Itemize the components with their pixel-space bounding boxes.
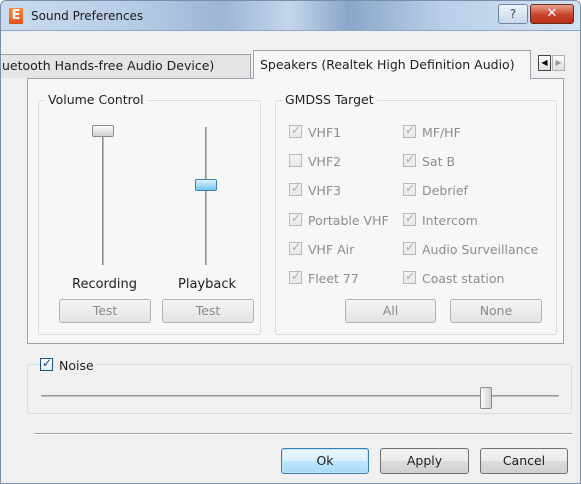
- tab-bluetooth-hands-free[interactable]: uetooth Hands-free Audio Device): [1, 54, 251, 78]
- gmdss-option-debrief[interactable]: Debrief: [403, 181, 468, 199]
- playback-test-button[interactable]: Test: [162, 299, 254, 323]
- checkbox[interactable]: [403, 181, 416, 196]
- recording-slider-track[interactable]: [102, 127, 104, 265]
- window-title: Sound Preferences: [31, 9, 144, 23]
- gmdss-option-label: VHF1: [308, 125, 342, 140]
- title-bar: E Sound Preferences ? ✕: [1, 1, 580, 31]
- gmdss-option-coast-station[interactable]: Coast station: [403, 269, 505, 287]
- gmdss-option-label: Debrief: [422, 183, 468, 198]
- volume-control-group: Volume Control Recording Playback Test T…: [38, 92, 261, 335]
- checkbox[interactable]: [403, 211, 416, 226]
- checkbox[interactable]: [403, 240, 416, 255]
- recording-slider-thumb[interactable]: [92, 125, 114, 137]
- ok-button[interactable]: Ok: [281, 448, 369, 474]
- gmdss-option-mf-hf[interactable]: MF/HF: [403, 123, 461, 141]
- gmdss-option-label: VHF3: [308, 183, 342, 198]
- gmdss-option-vhf1[interactable]: VHF1: [289, 123, 342, 141]
- gmdss-option-label: Portable VHF: [308, 213, 389, 228]
- gmdss-option-intercom[interactable]: Intercom: [403, 211, 478, 229]
- select-none-button[interactable]: None: [450, 299, 542, 323]
- recording-test-button[interactable]: Test: [59, 299, 151, 323]
- checkbox[interactable]: [289, 154, 302, 167]
- checkbox[interactable]: [289, 211, 302, 226]
- gmdss-option-audio-surveillance[interactable]: Audio Surveillance: [403, 240, 539, 258]
- cancel-button[interactable]: Cancel: [480, 448, 568, 474]
- gmdss-option-vhf2[interactable]: VHF2: [289, 154, 341, 170]
- sound-preferences-window: E Sound Preferences ? ✕ uetooth Hands-fr…: [0, 0, 581, 484]
- gmdss-option-vhf3[interactable]: VHF3: [289, 181, 342, 199]
- tab-speakers-realtek[interactable]: Speakers (Realtek High Definition Audio): [253, 50, 531, 79]
- gmdss-option-label: MF/HF: [422, 125, 461, 140]
- tab-scroll-right-icon[interactable]: ▶: [552, 55, 565, 71]
- gmdss-option-sat-b[interactable]: Sat B: [403, 152, 456, 170]
- noise-checkbox[interactable]: [40, 356, 53, 371]
- checkbox[interactable]: [289, 269, 302, 284]
- gmdss-target-group: GMDSS Target VHF1 MF/HF VHF2 Sat B VHF3 …: [275, 92, 557, 335]
- help-button[interactable]: ?: [498, 4, 528, 24]
- gmdss-option-portable-vhf[interactable]: Portable VHF: [289, 211, 389, 229]
- gmdss-option-label: Coast station: [422, 271, 505, 286]
- playback-slider-thumb[interactable]: [195, 178, 217, 191]
- noise-checkbox-row[interactable]: Noise: [39, 356, 97, 374]
- checkbox[interactable]: [403, 152, 416, 167]
- select-all-button[interactable]: All: [345, 299, 436, 323]
- volume-control-title: Volume Control: [45, 92, 147, 107]
- gmdss-option-label: VHF Air: [308, 242, 355, 257]
- checkbox[interactable]: [289, 181, 302, 196]
- noise-label: Noise: [59, 358, 94, 373]
- gmdss-target-title: GMDSS Target: [282, 92, 377, 107]
- gmdss-option-vhf-air[interactable]: VHF Air: [289, 240, 355, 258]
- gmdss-option-label: Fleet 77: [308, 271, 359, 286]
- gmdss-option-fleet-77[interactable]: Fleet 77: [289, 269, 359, 287]
- checkbox[interactable]: [289, 123, 302, 138]
- noise-slider-thumb[interactable]: [480, 387, 493, 409]
- checkbox[interactable]: [289, 240, 302, 255]
- close-button[interactable]: ✕: [530, 4, 574, 24]
- apply-button[interactable]: Apply: [380, 448, 469, 474]
- footer-separator: [34, 433, 572, 435]
- gmdss-option-label: VHF2: [308, 154, 342, 169]
- app-logo-icon: E: [9, 8, 23, 24]
- gmdss-option-label: Sat B: [422, 154, 456, 169]
- tab-scroll-left-icon[interactable]: ◀: [538, 55, 551, 71]
- recording-label: Recording: [72, 277, 138, 292]
- checkbox[interactable]: [403, 123, 416, 138]
- speakers-tab-panel: Volume Control Recording Playback Test T…: [27, 78, 564, 344]
- checkbox[interactable]: [403, 269, 416, 284]
- playback-slider-track[interactable]: [205, 127, 207, 265]
- gmdss-option-label: Intercom: [422, 213, 478, 228]
- playback-label: Playback: [178, 277, 237, 292]
- gmdss-option-label: Audio Surveillance: [422, 242, 539, 257]
